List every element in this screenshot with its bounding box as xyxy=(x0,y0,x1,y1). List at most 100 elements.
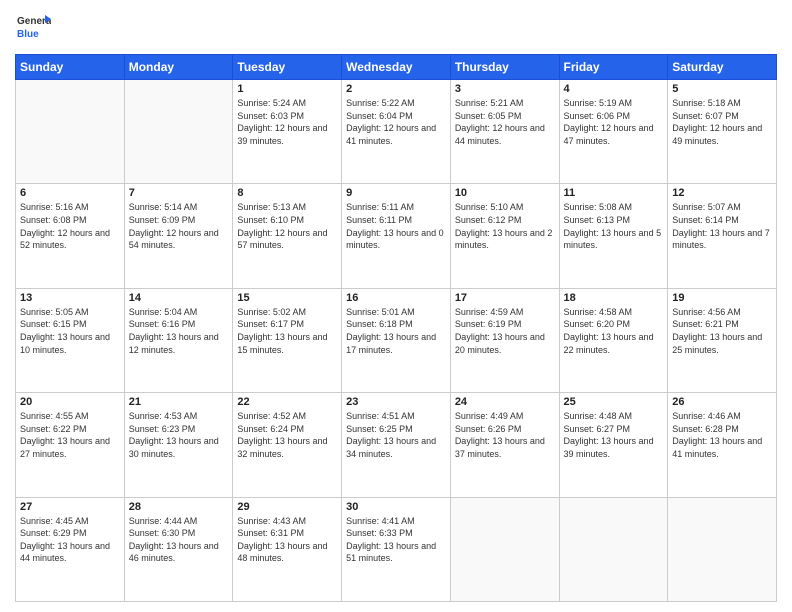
day-info: Sunrise: 5:19 AM Sunset: 6:06 PM Dayligh… xyxy=(564,97,664,147)
day-info: Sunrise: 4:43 AM Sunset: 6:31 PM Dayligh… xyxy=(237,515,337,565)
day-info: Sunrise: 5:04 AM Sunset: 6:16 PM Dayligh… xyxy=(129,306,229,356)
svg-text:Blue: Blue xyxy=(17,29,39,40)
day-info: Sunrise: 5:11 AM Sunset: 6:11 PM Dayligh… xyxy=(346,201,446,251)
day-info: Sunrise: 4:53 AM Sunset: 6:23 PM Dayligh… xyxy=(129,410,229,460)
logo-text-block: General Blue xyxy=(15,10,51,46)
day-number: 17 xyxy=(455,292,555,304)
header: General Blue xyxy=(15,10,777,46)
day-number: 6 xyxy=(20,187,120,199)
day-info: Sunrise: 4:48 AM Sunset: 6:27 PM Dayligh… xyxy=(564,410,664,460)
day-info: Sunrise: 4:45 AM Sunset: 6:29 PM Dayligh… xyxy=(20,515,120,565)
day-number: 9 xyxy=(346,187,446,199)
day-cell xyxy=(668,497,777,601)
day-info: Sunrise: 5:10 AM Sunset: 6:12 PM Dayligh… xyxy=(455,201,555,251)
day-cell: 18 Sunrise: 4:58 AM Sunset: 6:20 PM Dayli… xyxy=(559,288,668,392)
day-info: Sunrise: 5:07 AM Sunset: 6:14 PM Dayligh… xyxy=(672,201,772,251)
day-number: 24 xyxy=(455,396,555,408)
day-cell: 16 Sunrise: 5:01 AM Sunset: 6:18 PM Dayli… xyxy=(342,288,451,392)
day-cell xyxy=(124,80,233,184)
col-header-friday: Friday xyxy=(559,55,668,80)
day-info: Sunrise: 5:13 AM Sunset: 6:10 PM Dayligh… xyxy=(237,201,337,251)
col-header-thursday: Thursday xyxy=(450,55,559,80)
day-number: 8 xyxy=(237,187,337,199)
week-row-3: 13 Sunrise: 5:05 AM Sunset: 6:15 PM Dayli… xyxy=(16,288,777,392)
day-cell: 22Sunrise: 4:52 AM Sunset: 6:24 PM Dayli… xyxy=(233,393,342,497)
day-info: Sunrise: 5:16 AM Sunset: 6:08 PM Dayligh… xyxy=(20,201,120,251)
day-number: 13 xyxy=(20,292,120,304)
day-cell: 29 Sunrise: 4:43 AM Sunset: 6:31 PM Dayli… xyxy=(233,497,342,601)
day-info: Sunrise: 4:44 AM Sunset: 6:30 PM Dayligh… xyxy=(129,515,229,565)
day-cell: 9 Sunrise: 5:11 AM Sunset: 6:11 PM Daylig… xyxy=(342,184,451,288)
day-info: Sunrise: 4:58 AM Sunset: 6:20 PM Dayligh… xyxy=(564,306,664,356)
day-number: 14 xyxy=(129,292,229,304)
day-number: 26 xyxy=(672,396,772,408)
day-number: 29 xyxy=(237,501,337,513)
day-number: 15 xyxy=(237,292,337,304)
week-row-2: 6 Sunrise: 5:16 AM Sunset: 6:08 PM Daylig… xyxy=(16,184,777,288)
day-info: Sunrise: 5:18 AM Sunset: 6:07 PM Dayligh… xyxy=(672,97,772,147)
day-number: 27 xyxy=(20,501,120,513)
col-header-saturday: Saturday xyxy=(668,55,777,80)
day-number: 16 xyxy=(346,292,446,304)
day-cell: 8 Sunrise: 5:13 AM Sunset: 6:10 PM Daylig… xyxy=(233,184,342,288)
day-cell: 25 Sunrise: 4:48 AM Sunset: 6:27 PM Dayli… xyxy=(559,393,668,497)
day-number: 7 xyxy=(129,187,229,199)
col-header-wednesday: Wednesday xyxy=(342,55,451,80)
day-info: Sunrise: 4:41 AM Sunset: 6:33 PM Dayligh… xyxy=(346,515,446,565)
day-number: 2 xyxy=(346,83,446,95)
day-number: 10 xyxy=(455,187,555,199)
calendar-body: 1Sunrise: 5:24 AM Sunset: 6:03 PM Daylig… xyxy=(16,80,777,602)
day-cell: 26 Sunrise: 4:46 AM Sunset: 6:28 PM Dayli… xyxy=(668,393,777,497)
day-cell: 7 Sunrise: 5:14 AM Sunset: 6:09 PM Daylig… xyxy=(124,184,233,288)
day-number: 21 xyxy=(129,396,229,408)
day-info: Sunrise: 5:08 AM Sunset: 6:13 PM Dayligh… xyxy=(564,201,664,251)
day-number: 18 xyxy=(564,292,664,304)
day-cell: 10 Sunrise: 5:10 AM Sunset: 6:12 PM Dayli… xyxy=(450,184,559,288)
day-cell: 4 Sunrise: 5:19 AM Sunset: 6:06 PM Daylig… xyxy=(559,80,668,184)
day-number: 11 xyxy=(564,187,664,199)
day-info: Sunrise: 5:01 AM Sunset: 6:18 PM Dayligh… xyxy=(346,306,446,356)
day-cell: 30 Sunrise: 4:41 AM Sunset: 6:33 PM Dayli… xyxy=(342,497,451,601)
day-number: 20 xyxy=(20,396,120,408)
day-cell: 17Sunrise: 4:59 AM Sunset: 6:19 PM Dayli… xyxy=(450,288,559,392)
day-info: Sunrise: 5:02 AM Sunset: 6:17 PM Dayligh… xyxy=(237,306,337,356)
day-number: 23 xyxy=(346,396,446,408)
day-info: Sunrise: 5:14 AM Sunset: 6:09 PM Dayligh… xyxy=(129,201,229,251)
day-info: Sunrise: 4:49 AM Sunset: 6:26 PM Dayligh… xyxy=(455,410,555,460)
day-cell: 28 Sunrise: 4:44 AM Sunset: 6:30 PM Dayli… xyxy=(124,497,233,601)
day-cell: 19 Sunrise: 4:56 AM Sunset: 6:21 PM Dayli… xyxy=(668,288,777,392)
day-number: 22 xyxy=(237,396,337,408)
day-cell: 24 Sunrise: 4:49 AM Sunset: 6:26 PM Dayli… xyxy=(450,393,559,497)
day-number: 19 xyxy=(672,292,772,304)
day-number: 5 xyxy=(672,83,772,95)
day-cell: 15 Sunrise: 5:02 AM Sunset: 6:17 PM Dayli… xyxy=(233,288,342,392)
day-info: Sunrise: 4:55 AM Sunset: 6:22 PM Dayligh… xyxy=(20,410,120,460)
page: General Blue SundayMondayTuesdayWednesda… xyxy=(0,0,792,612)
day-info: Sunrise: 5:22 AM Sunset: 6:04 PM Dayligh… xyxy=(346,97,446,147)
day-cell: 13 Sunrise: 5:05 AM Sunset: 6:15 PM Dayli… xyxy=(16,288,125,392)
day-of-week-header: SundayMondayTuesdayWednesdayThursdayFrid… xyxy=(16,55,777,80)
day-cell xyxy=(16,80,125,184)
day-cell: 27 Sunrise: 4:45 AM Sunset: 6:29 PM Dayli… xyxy=(16,497,125,601)
day-info: Sunrise: 5:05 AM Sunset: 6:15 PM Dayligh… xyxy=(20,306,120,356)
day-cell: 23Sunrise: 4:51 AM Sunset: 6:25 PM Dayli… xyxy=(342,393,451,497)
day-number: 28 xyxy=(129,501,229,513)
col-header-tuesday: Tuesday xyxy=(233,55,342,80)
week-row-5: 27 Sunrise: 4:45 AM Sunset: 6:29 PM Dayli… xyxy=(16,497,777,601)
day-cell: 1Sunrise: 5:24 AM Sunset: 6:03 PM Daylig… xyxy=(233,80,342,184)
week-row-4: 20 Sunrise: 4:55 AM Sunset: 6:22 PM Dayli… xyxy=(16,393,777,497)
day-number: 30 xyxy=(346,501,446,513)
day-cell: 11 Sunrise: 5:08 AM Sunset: 6:13 PM Dayli… xyxy=(559,184,668,288)
day-info: Sunrise: 5:24 AM Sunset: 6:03 PM Dayligh… xyxy=(237,97,337,147)
day-number: 25 xyxy=(564,396,664,408)
day-info: Sunrise: 4:56 AM Sunset: 6:21 PM Dayligh… xyxy=(672,306,772,356)
day-number: 3 xyxy=(455,83,555,95)
day-info: Sunrise: 4:46 AM Sunset: 6:28 PM Dayligh… xyxy=(672,410,772,460)
day-cell: 2 Sunrise: 5:22 AM Sunset: 6:04 PM Daylig… xyxy=(342,80,451,184)
day-cell: 14 Sunrise: 5:04 AM Sunset: 6:16 PM Dayli… xyxy=(124,288,233,392)
day-number: 4 xyxy=(564,83,664,95)
week-row-1: 1Sunrise: 5:24 AM Sunset: 6:03 PM Daylig… xyxy=(16,80,777,184)
logo-graphic: General Blue xyxy=(15,10,51,46)
col-header-monday: Monday xyxy=(124,55,233,80)
day-cell: 21 Sunrise: 4:53 AM Sunset: 6:23 PM Dayli… xyxy=(124,393,233,497)
